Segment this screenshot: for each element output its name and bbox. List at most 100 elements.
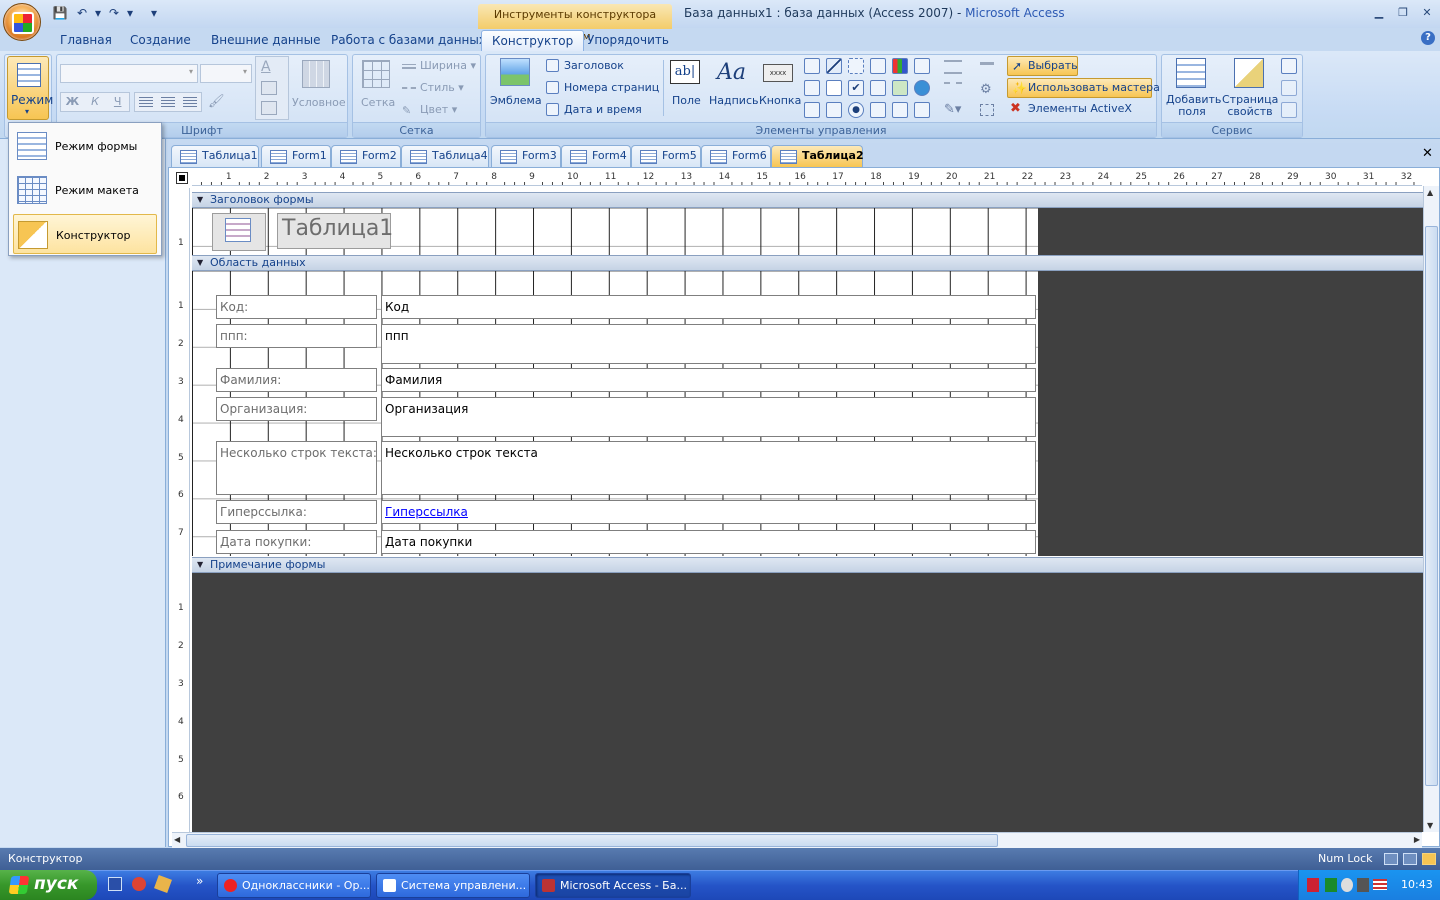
option-group-icon[interactable] (870, 102, 886, 118)
align-center-icon[interactable] (161, 97, 175, 107)
label-multiline[interactable]: Несколько строк текста: (216, 441, 377, 495)
code-icon[interactable] (1281, 58, 1297, 74)
language-flag-icon[interactable] (1373, 879, 1387, 890)
taskbar-item-access[interactable]: Microsoft Access - Ба... (535, 873, 691, 898)
paperclip-icon[interactable] (914, 102, 930, 118)
label-hyperlink[interactable]: Гиперссылка: (216, 500, 377, 524)
hyperlink-value[interactable]: Гиперссылка (385, 505, 468, 519)
menu-item-design-view[interactable]: Конструктор (13, 214, 157, 254)
vertical-scrollbar[interactable]: ▲ ▼ (1423, 186, 1439, 832)
page-numbers-button[interactable]: Номера страниц (546, 81, 659, 94)
chart-icon[interactable] (892, 58, 908, 74)
label-purchase-date[interactable]: Дата покупки: (216, 530, 377, 554)
field-organization[interactable]: Организация (381, 397, 1036, 437)
command-button[interactable]: xxxx Кнопка (757, 56, 801, 118)
title-button[interactable]: Заголовок (546, 59, 624, 72)
bold-button[interactable]: Ж (61, 93, 84, 111)
grid-width-button[interactable]: Ширина ▾ (402, 59, 476, 72)
scroll-down-icon[interactable]: ▼ (1427, 821, 1433, 830)
field-hyperlink[interactable]: Гиперссылка (381, 500, 1036, 524)
macro-icon[interactable] (1281, 80, 1297, 96)
form-view-status-icon[interactable] (1384, 853, 1398, 865)
speaker-icon[interactable] (1307, 878, 1319, 892)
doc-tab-form1[interactable]: Form1 (261, 145, 331, 167)
undo-dropdown-icon[interactable]: ▾ (90, 6, 106, 22)
tab-database-tools[interactable]: Работа с базами данных (321, 30, 496, 52)
option-button-icon[interactable]: ● (848, 102, 864, 118)
field-multiline[interactable]: Несколько строк текста (381, 441, 1036, 495)
bound-frame-icon[interactable] (826, 102, 842, 118)
format-painter-icon[interactable]: 🖌 (208, 94, 225, 110)
doc-tab-table1[interactable]: Таблица1 (171, 145, 259, 167)
form-title-label[interactable]: Таблица1 (277, 213, 393, 249)
date-time-button[interactable]: Дата и время (546, 103, 642, 116)
layout-view-status-icon[interactable] (1403, 853, 1417, 865)
select-button[interactable]: ➚ Выбрать (1007, 56, 1078, 76)
menu-item-layout-view[interactable]: Режим макета (13, 170, 157, 210)
taskbar-item-word[interactable]: Система управлени... (376, 873, 530, 898)
customize-qat-icon[interactable]: ▾ (146, 6, 162, 22)
grid-color-button[interactable]: ✎ Цвет ▾ (402, 103, 457, 117)
tab-design[interactable]: Конструктор (481, 30, 585, 52)
attachment-icon[interactable] (892, 102, 908, 118)
scroll-right-icon[interactable]: ▶ (1414, 835, 1420, 844)
tab-arrange[interactable]: Упорядочить (577, 30, 679, 52)
scroll-up-icon[interactable]: ▲ (1427, 188, 1433, 197)
field-ppp[interactable]: ппп (381, 324, 1036, 364)
redo-dropdown-icon[interactable]: ▾ (122, 6, 138, 22)
line-color-icon[interactable] (261, 101, 277, 115)
save-icon[interactable]: 💾 (52, 6, 68, 22)
form-header-bar[interactable]: Заголовок формы (192, 192, 1423, 208)
doc-tab-form3[interactable]: Form3 (491, 145, 561, 167)
clock[interactable]: 10:43 (1401, 870, 1433, 900)
tray-green-icon[interactable] (1325, 878, 1337, 892)
label-organization[interactable]: Организация: (216, 397, 377, 421)
fill-color-icon[interactable] (261, 81, 277, 95)
doc-tab-table2[interactable]: Таблица2 (771, 145, 864, 167)
grid-style-button[interactable]: Стиль ▾ (402, 81, 464, 94)
use-wizards-button[interactable]: ✨ Использовать мастера (1007, 78, 1160, 98)
add-existing-fields-button[interactable]: Добавить поля (1164, 56, 1221, 120)
line-icon[interactable] (826, 58, 842, 74)
line-color-pencil-icon[interactable]: ✎▾ (944, 102, 961, 117)
tab-external-data[interactable]: Внешние данные (201, 30, 330, 52)
field-purchase-date[interactable]: Дата покупки (381, 530, 1036, 554)
label-code[interactable]: Код: (216, 295, 377, 319)
property-icon[interactable]: ⚙ (980, 82, 992, 97)
font-size-combobox[interactable]: ▾ (200, 64, 252, 83)
tray-network-icon[interactable] (1341, 878, 1353, 892)
form-selector[interactable] (176, 172, 188, 184)
undo-icon[interactable]: ↶ (74, 6, 90, 22)
help-icon[interactable]: ? (1421, 31, 1435, 45)
scroll-left-icon[interactable]: ◀ (174, 835, 180, 844)
view-button[interactable]: Режим ▾ (7, 56, 53, 120)
form-footer-bar[interactable]: Примечание формы (192, 557, 1423, 573)
list-box-icon[interactable] (804, 58, 820, 74)
field-surname[interactable]: Фамилия (381, 368, 1036, 392)
tab-create[interactable]: Создание (120, 30, 201, 52)
insert-page-break-icon[interactable] (914, 58, 930, 74)
set-control-defaults-icon[interactable] (980, 104, 994, 116)
doc-tab-form4[interactable]: Form4 (561, 145, 631, 167)
underline-button[interactable]: Ч (106, 93, 129, 111)
font-color-icon[interactable]: A (261, 59, 271, 75)
tab-control-icon[interactable] (848, 58, 864, 74)
vertical-scroll-thumb[interactable] (1425, 226, 1438, 786)
minimize-button[interactable]: ▁ (1370, 6, 1388, 20)
start-button[interactable]: пуск (0, 870, 97, 900)
restore-button[interactable]: ❐ (1394, 6, 1412, 20)
convert-macros-icon[interactable] (1281, 102, 1297, 118)
doc-tab-form2[interactable]: Form2 (331, 145, 401, 167)
rectangle-icon[interactable] (826, 80, 842, 96)
doc-tab-form6[interactable]: Form6 (701, 145, 771, 167)
horizontal-scrollbar[interactable]: ◀ ▶ (172, 832, 1422, 848)
special-effect-icon[interactable] (980, 62, 994, 65)
field-code[interactable]: Код (381, 295, 1036, 319)
align-left-icon[interactable] (139, 97, 153, 107)
label-ppp[interactable]: ппп: (216, 324, 377, 348)
quicklaunch-more-icon[interactable]: » (196, 874, 203, 888)
quicklaunch-opera-icon[interactable] (132, 877, 146, 891)
tab-home[interactable]: Главная (50, 30, 122, 52)
combo-box-icon[interactable] (804, 80, 820, 96)
textbox-button[interactable]: ab| Поле (668, 56, 704, 118)
